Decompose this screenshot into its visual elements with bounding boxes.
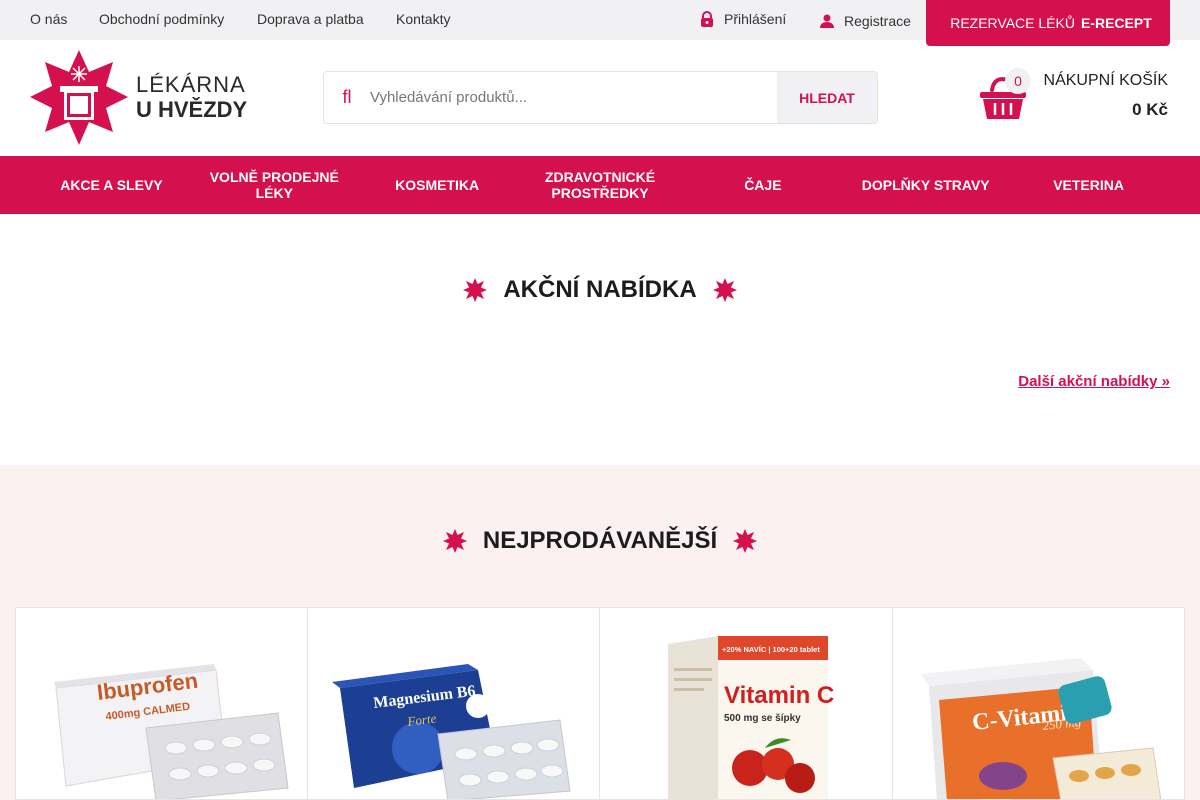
link-about[interactable]: O nás: [30, 11, 67, 27]
main-nav: AKCE A SLEVY VOLNĚ PRODEJNÉ LÉKY KOSMETI…: [0, 156, 1200, 214]
nav-item-teas[interactable]: ČAJE: [681, 156, 844, 214]
star-icon: [733, 529, 758, 553]
link-shipping[interactable]: Doprava a platba: [257, 11, 364, 27]
nav-item-otc-drugs[interactable]: VOLNĚ PRODEJNÉ LÉKY: [193, 156, 356, 214]
product-card[interactable]: Ibuprofen 400mg CALMED: [15, 607, 308, 800]
bestsellers-title: NEJPRODÁVANĚJŠÍ: [482, 527, 718, 554]
register-label: Registrace: [844, 13, 911, 29]
offers-heading: AKČNÍ NABÍDKA: [0, 276, 1200, 304]
bestsellers-heading: NEJPRODÁVANĚJŠÍ: [0, 527, 1200, 555]
magnesium-box-image: Magnesium B6 Forte: [331, 664, 571, 799]
erecept-prefix: REZERVACE LÉKŮ: [950, 15, 1075, 31]
search-input[interactable]: [370, 72, 777, 123]
register-link[interactable]: Registrace: [820, 13, 911, 29]
product-top: +20% NAVÍC | 100+20 tablet: [722, 645, 820, 654]
logo[interactable]: LÉKÁRNA U HVĚZDY: [30, 50, 260, 145]
vitamin-c-box-image: +20% NAVÍC | 100+20 tablet Vitamin C 500…: [668, 636, 834, 799]
user-icon: [820, 14, 834, 28]
nav-item-veterinary[interactable]: VETERINA: [1007, 156, 1170, 214]
cart-title: NÁKUPNÍ KOŠÍK: [1043, 72, 1168, 89]
product-card[interactable]: Magnesium B6 Forte: [307, 607, 600, 800]
link-terms[interactable]: Obchodní podmínky: [99, 11, 224, 27]
c-vitamin-box-image: C-Vitamin 250 mg: [920, 658, 1161, 799]
star-icon: [712, 278, 737, 302]
more-offers-link[interactable]: Další akční nabídky »: [1018, 373, 1170, 390]
link-contacts[interactable]: Kontakty: [396, 11, 450, 27]
login-link[interactable]: Přihlášení: [700, 11, 786, 27]
login-label: Přihlášení: [724, 11, 787, 27]
product-sub: 500 mg se šípky: [724, 713, 801, 724]
nav-item-sales[interactable]: AKCE A SLEVY: [30, 156, 193, 214]
logo-line2: U HVĚZDY: [136, 96, 248, 122]
product-card[interactable]: C-Vitamin 250 mg: [892, 607, 1185, 800]
search-icon[interactable]: fl: [324, 72, 370, 123]
erecept-button[interactable]: REZERVACE LÉKŮ E-RECEPT: [926, 0, 1170, 46]
cart[interactable]: 0 NÁKUPNÍ KOŠÍK 0 Kč: [978, 66, 1170, 126]
search-button[interactable]: HLEDAT: [777, 72, 877, 123]
cart-count-badge: 0: [1005, 68, 1031, 94]
star-mortar-logo-icon: [30, 50, 128, 145]
search-bar: fl HLEDAT: [323, 71, 878, 124]
nav-item-supplements[interactable]: DOPLŇKY STRAVY: [844, 156, 1007, 214]
nav-item-cosmetics[interactable]: KOSMETIKA: [356, 156, 519, 214]
star-icon: [463, 278, 488, 302]
lock-icon: [701, 11, 713, 27]
logo-line1: LÉKÁRNA: [136, 72, 246, 98]
cart-price: 0 Kč: [1132, 100, 1168, 119]
product-name: Vitamin C: [724, 682, 834, 709]
product-cards: Ibuprofen 400mg CALMED Magnesium B6 Fort…: [15, 607, 1185, 800]
nav-item-medical-devices[interactable]: ZDRAVOTNICKÉ PROSTŘEDKY: [519, 156, 682, 214]
offers-title: AKČNÍ NABÍDKA: [503, 276, 697, 303]
erecept-bold: E-RECEPT: [1080, 15, 1152, 31]
star-icon: [442, 529, 467, 553]
product-card[interactable]: +20% NAVÍC | 100+20 tablet Vitamin C 500…: [600, 607, 893, 800]
ibuprofen-box-image: Ibuprofen 400mg CALMED: [54, 664, 289, 799]
